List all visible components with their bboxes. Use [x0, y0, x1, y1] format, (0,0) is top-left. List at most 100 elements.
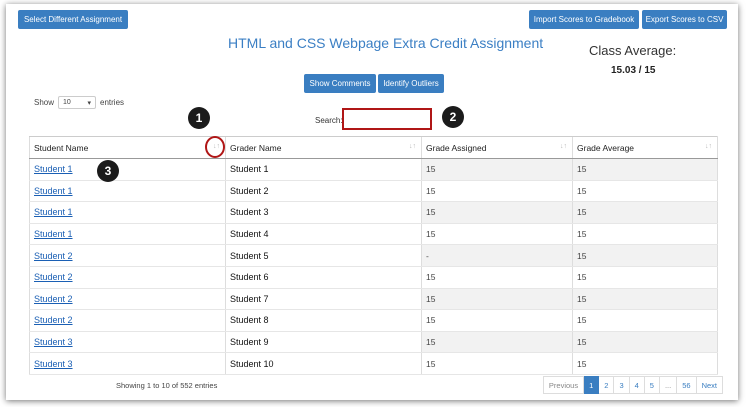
page-button[interactable]: 56	[677, 376, 697, 394]
student-link[interactable]: Student 1	[34, 186, 73, 196]
cell-text: 15	[426, 293, 436, 304]
student-link[interactable]: Student 1	[34, 207, 73, 217]
search-input[interactable]	[344, 110, 434, 130]
grade-average-cell: 15	[572, 158, 718, 181]
import-scores-button[interactable]: Import Scores to Gradebook	[529, 10, 639, 29]
cell-text: 15	[577, 229, 587, 240]
grade-assigned-cell: 15	[421, 158, 573, 181]
grade-average-cell: 15	[572, 244, 718, 267]
chevron-down-icon: ▾	[87, 99, 92, 107]
table-row: Student 2 Student 5 - 15	[29, 244, 718, 267]
callout-badge-1: 1	[188, 107, 210, 129]
student-link[interactable]: Student 1	[34, 164, 73, 174]
grader-name-cell: Student 3	[225, 201, 422, 224]
grade-average-cell: 15	[572, 266, 718, 289]
callout-badge-3: 3	[97, 160, 119, 182]
grade-assigned-cell: 15	[421, 331, 573, 354]
cell-text: 15	[426, 207, 436, 218]
grader-name-cell: Student 10	[225, 352, 422, 375]
cell-text: 15	[426, 358, 436, 369]
grade-average-cell: 15	[572, 331, 718, 354]
student-link[interactable]: Student 2	[34, 294, 73, 304]
student-name-cell: Student 1	[29, 180, 226, 203]
student-link[interactable]: Student 1	[34, 229, 73, 239]
sort-icon[interactable]: ↓↑	[560, 143, 567, 150]
page-button[interactable]: 2	[599, 376, 615, 394]
class-average-label: Class Average:	[589, 43, 677, 58]
grader-name-cell: Student 1	[225, 158, 422, 181]
cell-text: Student 3	[230, 207, 269, 218]
cell-text: 15	[577, 207, 587, 218]
table-row: Student 3 Student 10 15 15	[29, 352, 718, 375]
sort-icon[interactable]: ↓↑	[409, 143, 416, 150]
grader-name-cell: Student 2	[225, 180, 422, 203]
column-header-grade-assigned[interactable]: Grade Assigned ↓↑	[421, 136, 573, 159]
table-header-row: Student Name ↓↑ Grader Name ↓↑ Grade Assig…	[29, 136, 718, 159]
next-page-button[interactable]: Next	[696, 376, 723, 394]
table-row: Student 2 Student 6 15 15	[29, 266, 718, 289]
student-name-cell: Student 3	[29, 352, 226, 375]
grade-assigned-cell: 15	[421, 223, 573, 246]
cell-text: 15	[426, 272, 436, 283]
search-input-highlight	[342, 108, 434, 130]
cell-text: 15	[577, 293, 587, 304]
search-label: Search:	[315, 116, 343, 125]
show-comments-button[interactable]: Show Comments	[304, 74, 376, 93]
cell-text: 15	[426, 185, 436, 196]
cell-text: Student 8	[230, 315, 269, 326]
column-header-grader-name[interactable]: Grader Name ↓↑	[225, 136, 422, 159]
column-header-student-name[interactable]: Student Name ↓↑	[29, 136, 226, 159]
grade-assigned-cell: 15	[421, 201, 573, 224]
student-link[interactable]: Student 3	[34, 337, 73, 347]
cell-text: -	[426, 250, 429, 261]
identify-outliers-button[interactable]: Identify Outliers	[378, 74, 444, 93]
student-link[interactable]: Student 2	[34, 251, 73, 261]
cell-text: 15	[577, 272, 587, 283]
page-button[interactable]: 4	[629, 376, 645, 394]
grades-table: Student Name ↓↑ Grader Name ↓↑ Grade Assig…	[29, 136, 718, 375]
student-link[interactable]: Student 3	[34, 359, 73, 369]
grader-name-cell: Student 5	[225, 244, 422, 267]
student-link[interactable]: Student 2	[34, 315, 73, 325]
cell-text: Student 2	[230, 185, 269, 196]
entries-select[interactable]: 10 ▾	[58, 96, 97, 109]
app-window: Select Different Assignment Import Score…	[6, 4, 738, 400]
sort-icon[interactable]: ↓↑	[705, 143, 712, 150]
grade-assigned-cell: 15	[421, 288, 573, 311]
student-name-cell: Student 1	[29, 158, 226, 181]
entries-suffix-label: entries	[100, 98, 125, 107]
student-link[interactable]: Student 2	[34, 272, 73, 282]
page-button[interactable]: 3	[614, 376, 630, 394]
grade-average-cell: 15	[572, 352, 718, 375]
page-button[interactable]: 1	[584, 376, 600, 394]
student-name-cell: Student 1	[29, 223, 226, 246]
grader-name-cell: Student 8	[225, 309, 422, 332]
cell-text: 15	[577, 315, 587, 326]
entries-select-value: 10	[63, 99, 71, 106]
cell-text: Student 4	[230, 229, 269, 240]
cell-text: Student 6	[230, 272, 269, 283]
entries-show-label: Show	[34, 98, 55, 107]
grade-average-cell: 15	[572, 201, 718, 224]
grade-assigned-cell: -	[421, 244, 573, 267]
grade-average-cell: 15	[572, 309, 718, 332]
previous-page-button[interactable]: Previous	[542, 376, 585, 394]
page-title: HTML and CSS Webpage Extra Credit Assign…	[228, 35, 544, 51]
cell-text: 15	[577, 250, 587, 261]
grader-name-cell: Student 7	[225, 288, 422, 311]
export-scores-button[interactable]: Export Scores to CSV	[642, 10, 727, 29]
table-info: Showing 1 to 10 of 552 entries	[116, 381, 218, 390]
grade-average-cell: 15	[572, 288, 718, 311]
table-row: Student 1 Student 3 15 15	[29, 201, 718, 224]
sort-highlight-circle	[205, 136, 225, 158]
cell-text: 15	[577, 358, 587, 369]
grade-assigned-cell: 15	[421, 266, 573, 289]
select-assignment-button[interactable]: Select Different Assignment	[18, 10, 128, 29]
cell-text: 15	[577, 337, 587, 348]
page-button[interactable]: 5	[644, 376, 660, 394]
grade-average-cell: 15	[572, 180, 718, 203]
cell-text: Student 7	[230, 293, 269, 304]
student-name-cell: Student 1	[29, 201, 226, 224]
student-name-cell: Student 2	[29, 266, 226, 289]
column-header-grade-average[interactable]: Grade Average ↓↑	[572, 136, 718, 159]
